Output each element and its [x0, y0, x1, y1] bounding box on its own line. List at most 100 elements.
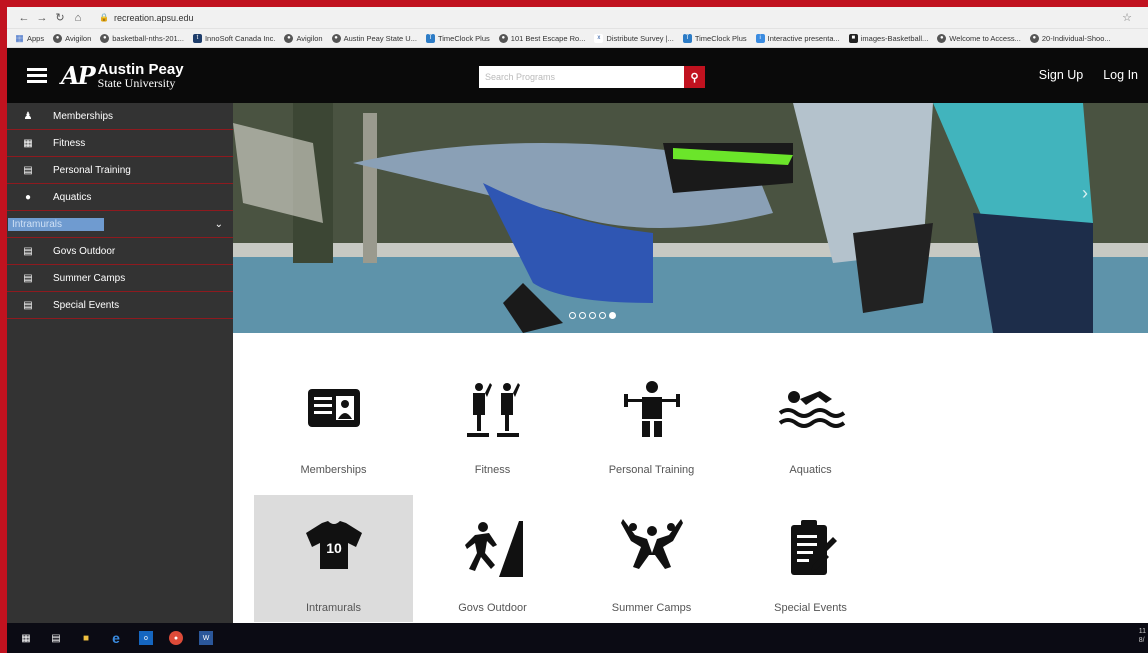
- sidebar-item-personal-training[interactable]: ▤ Personal Training: [7, 157, 233, 184]
- search-icon: ⚲: [690, 71, 699, 84]
- chrome-icon[interactable]: ●: [169, 631, 183, 645]
- sidebar-item-memberships[interactable]: ♟ Memberships: [7, 103, 233, 130]
- sidebar-item-aquatics[interactable]: ● Aquatics: [7, 184, 233, 211]
- bookmark-item[interactable]: ● 20-Individual-Shoo...: [1029, 33, 1111, 43]
- bookmark-label: 20-Individual-Shoo...: [1041, 33, 1111, 43]
- bookmark-apps[interactable]: ▦ Apps: [15, 32, 44, 43]
- program-tile-summer-camps[interactable]: Summer Camps: [572, 495, 731, 622]
- sidebar-item-govs-outdoor[interactable]: ▤ Govs Outdoor: [7, 238, 233, 265]
- carousel-dot[interactable]: [579, 312, 586, 319]
- bookmark-item[interactable]: ● Austin Peay State U...: [331, 33, 417, 43]
- windows-start-icon[interactable]: ▦: [19, 631, 33, 645]
- program-tile-fitness[interactable]: Fitness: [413, 357, 572, 484]
- program-tile-govs-outdoor[interactable]: Govs Outdoor: [413, 495, 572, 622]
- bookmarks-bar: ▦ Apps ● Avigilon ● basketball-nths-201... …: [7, 29, 1148, 48]
- bookmark-label: InnoSoft Canada Inc.: [204, 33, 276, 43]
- bookmark-item[interactable]: ● Avigilon: [284, 33, 323, 43]
- fitness-icon: [466, 383, 520, 437]
- training-icon: ▤: [23, 164, 33, 176]
- search-button[interactable]: ⚲: [684, 66, 705, 88]
- bookmark-item[interactable]: t InnoSoft Canada Inc.: [192, 33, 276, 43]
- image-icon: ■: [848, 33, 858, 43]
- program-label: Govs Outdoor: [458, 602, 527, 614]
- sidebar: ♟ Memberships ▦ Fitness ▤ Personal Train…: [7, 103, 233, 623]
- sidebar-item-label: Govs Outdoor: [53, 245, 116, 257]
- list-icon: ▤: [23, 245, 33, 257]
- globe-icon: ●: [498, 33, 508, 43]
- apps-grid-icon: ▦: [15, 32, 24, 43]
- program-label: Fitness: [474, 464, 511, 476]
- globe-icon: ●: [1029, 33, 1039, 43]
- star-icon[interactable]: ☆: [1122, 11, 1140, 24]
- sidebar-item-label: Fitness: [53, 137, 86, 149]
- clipboard-icon: [790, 520, 837, 575]
- address-bar[interactable]: 🔒 recreation.apsu.edu: [99, 13, 194, 23]
- browser-toolbar: ← → ↻ ⌂ 🔒 recreation.apsu.edu ☆: [7, 7, 1148, 29]
- bookmark-item[interactable]: ■ images-Basketball...: [848, 33, 929, 43]
- bookmark-label: Austin Peay State U...: [343, 33, 417, 43]
- sign-up-link[interactable]: Sign Up: [1039, 68, 1083, 82]
- carousel-next-icon[interactable]: ›: [1082, 183, 1088, 204]
- sidebar-item-special-events[interactable]: ▤ Special Events: [7, 292, 233, 319]
- bookmark-item[interactable]: i Interactive presenta...: [755, 33, 840, 43]
- bookmark-item[interactable]: ● 101 Best Escape Ro...: [498, 33, 585, 43]
- university-logo[interactable]: AP Austin Peay State University: [61, 61, 184, 90]
- carousel-dot-active[interactable]: [609, 312, 616, 319]
- climber-icon: [464, 521, 523, 577]
- outlook-icon[interactable]: o: [139, 631, 153, 645]
- reload-icon[interactable]: ↻: [53, 11, 67, 24]
- person-icon: ♟: [23, 110, 33, 122]
- system-clock[interactable]: 11 8/: [1139, 627, 1146, 645]
- bookmark-item[interactable]: T TimeClock Plus: [682, 33, 747, 43]
- sidebar-item-summer-camps[interactable]: ▤ Summer Camps: [7, 265, 233, 292]
- home-icon[interactable]: ⌂: [71, 12, 85, 24]
- url-text: recreation.apsu.edu: [113, 12, 194, 23]
- bookmark-label: TimeClock Plus: [437, 33, 490, 43]
- hamburger-menu-icon[interactable]: [27, 65, 47, 86]
- list-icon: ▤: [23, 272, 33, 284]
- program-tile-intramurals[interactable]: 10 Intramurals: [254, 495, 413, 622]
- timeclock-icon: T: [425, 33, 435, 43]
- weightlifter-icon: [623, 381, 680, 437]
- bookmark-item[interactable]: ● basketball-nths-201...: [100, 33, 184, 43]
- bookmark-label: images-Basketball...: [860, 33, 929, 43]
- program-tile-memberships[interactable]: Memberships: [254, 357, 413, 484]
- bookmark-item[interactable]: ● Avigilon: [53, 33, 91, 43]
- sidebar-item-intramurals[interactable]: Intramurals ⌄: [7, 211, 233, 238]
- program-tile-special-events[interactable]: Special Events: [731, 495, 890, 622]
- forward-arrow-icon[interactable]: →: [35, 12, 49, 24]
- program-tile-aquatics[interactable]: Aquatics: [731, 357, 890, 484]
- carousel-dot[interactable]: [589, 312, 596, 319]
- program-tile-personal-training[interactable]: Personal Training: [572, 357, 731, 484]
- sidebar-item-fitness[interactable]: ▦ Fitness: [7, 130, 233, 157]
- sidebar-item-label: Intramurals: [8, 217, 104, 231]
- chevron-down-icon[interactable]: ⌄: [215, 219, 223, 230]
- bookmark-label: basketball-nths-201...: [112, 33, 184, 43]
- bookmark-item[interactable]: T TimeClock Plus: [425, 33, 490, 43]
- sidebar-item-label: Memberships: [53, 110, 114, 122]
- log-in-link[interactable]: Log In: [1103, 68, 1138, 82]
- program-label: Intramurals: [305, 602, 362, 614]
- back-arrow-icon[interactable]: ←: [17, 12, 31, 24]
- word-icon[interactable]: W: [199, 631, 213, 645]
- hero-carousel[interactable]: ›: [233, 103, 1148, 333]
- globe-icon: ●: [937, 33, 947, 43]
- bookmark-label: Avigilon: [296, 33, 323, 43]
- task-view-icon[interactable]: ▤: [49, 631, 63, 645]
- logo-name: Austin Peay: [97, 61, 184, 78]
- program-label: Special Events: [774, 602, 847, 614]
- water-drop-icon: ●: [24, 191, 32, 203]
- program-label: Summer Camps: [611, 602, 692, 614]
- group-jump-icon: [620, 519, 683, 569]
- bookmark-item[interactable]: x Distribute Survey |...: [594, 33, 674, 43]
- carousel-dot[interactable]: [599, 312, 606, 319]
- program-label: Memberships: [300, 464, 367, 476]
- carousel-dot[interactable]: [569, 312, 576, 319]
- bookmark-item[interactable]: ● Welcome to Access...: [937, 33, 1021, 43]
- sidebar-item-label: Personal Training: [53, 164, 131, 176]
- bookmark-label: Distribute Survey |...: [606, 33, 674, 43]
- internet-explorer-icon[interactable]: e: [109, 630, 123, 646]
- file-explorer-icon[interactable]: ■: [79, 631, 93, 645]
- search-input[interactable]: [479, 66, 684, 88]
- site-header: AP Austin Peay State University ⚲ Sign U…: [7, 48, 1148, 103]
